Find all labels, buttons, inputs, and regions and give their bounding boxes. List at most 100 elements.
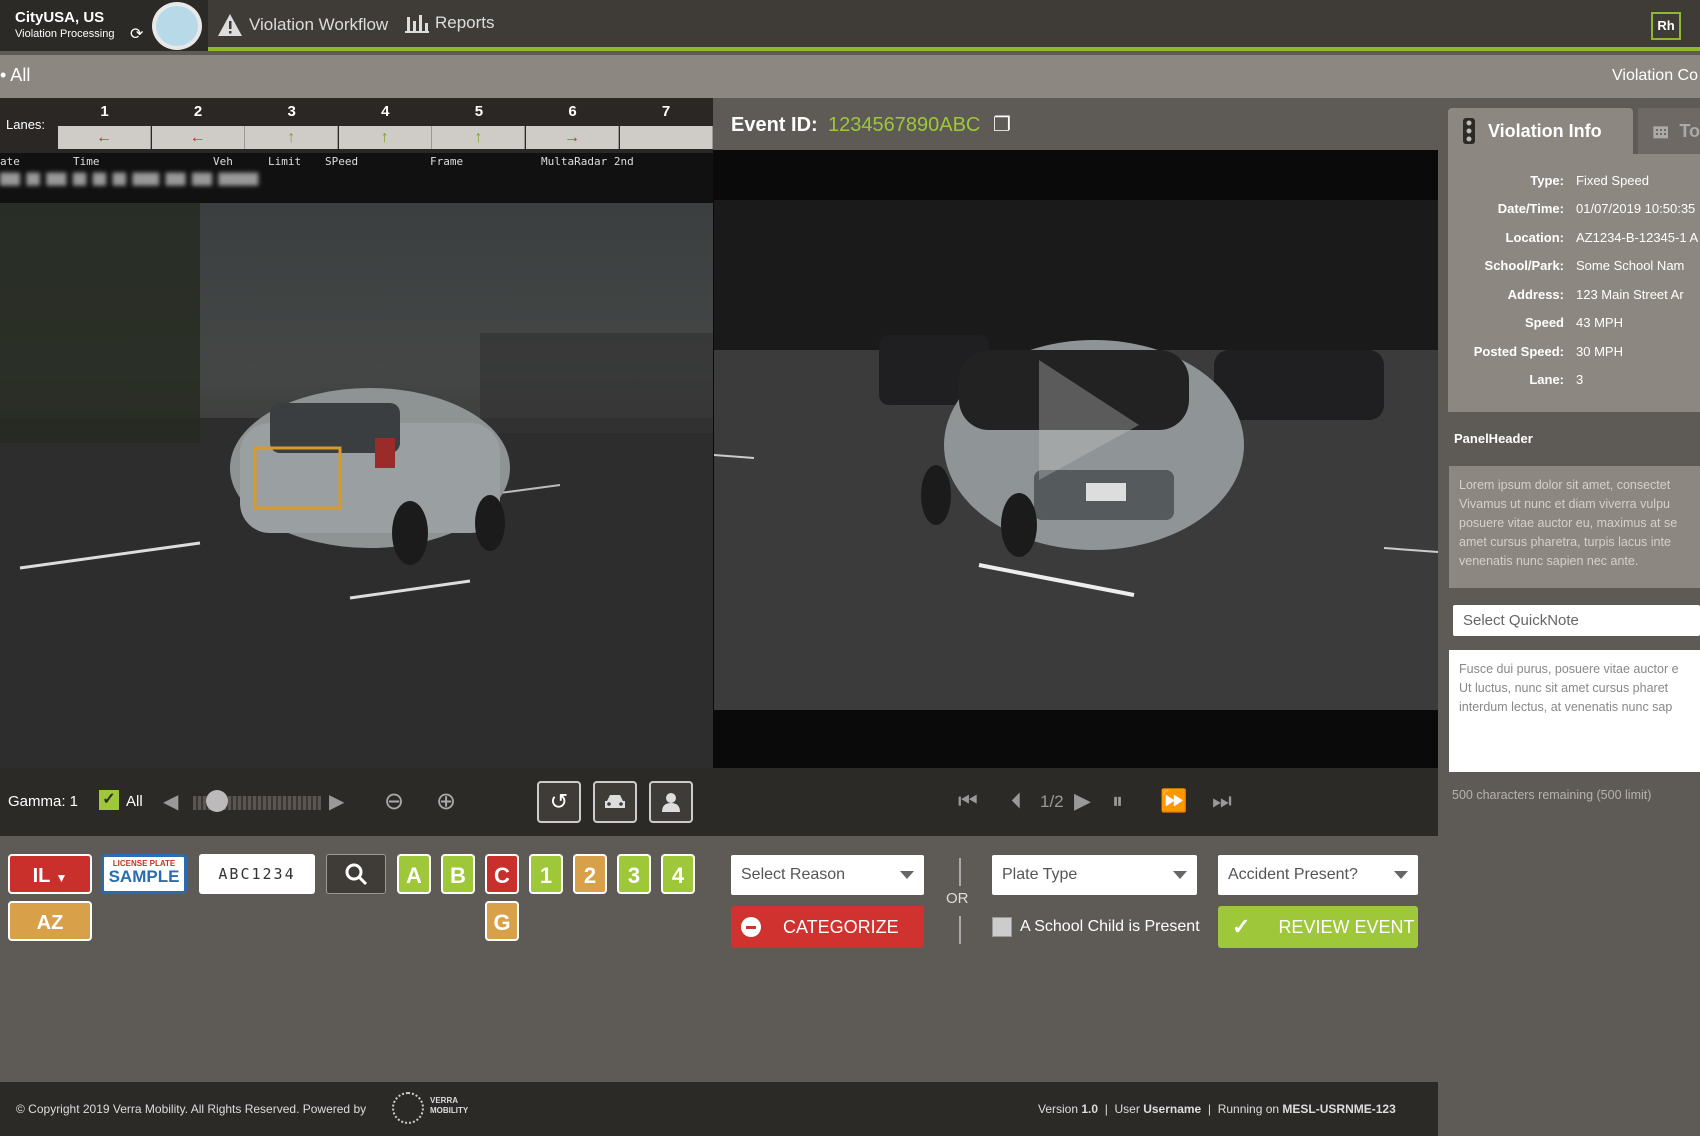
driver-view-button[interactable] [649,781,693,823]
accident-text: Accident Present? [1228,866,1358,883]
fast-forward-icon[interactable]: ⏩ [1160,788,1187,814]
zoom-in-icon[interactable]: ⊕ [436,787,456,816]
copy-icon[interactable]: ❐ [993,112,1011,137]
review-event-button[interactable]: ✓ REVIEW EVENT [1218,906,1418,948]
running-label: Running on [1217,1102,1280,1116]
lane-number: 2 [193,103,203,120]
action-panel: IL ▼ AZ LICENSE PLATE SAMPLE ABC1234 ABC… [0,836,1438,1082]
front-camera-image[interactable] [713,200,1439,710]
lane-3: 3 ↑ [245,98,339,153]
version-label: Version [1038,1102,1079,1116]
lane-4: 4 ↑ [338,98,432,153]
plate-type-dropdown[interactable]: Plate Type [992,855,1197,895]
prev-frame-icon[interactable]: ⏴ [1011,788,1022,814]
info-value: AZ1234-B-12345-1 A [1576,229,1699,245]
rear-camera-image[interactable] [0,203,713,768]
info-value: 30 MPH [1576,343,1623,359]
caret-down-icon [1394,871,1408,879]
zoom-out-icon[interactable]: ⊖ [384,787,404,816]
nav-reports[interactable]: Reports [405,13,495,33]
city-name: CityUSA, US [15,9,105,26]
version-value: 1.0 [1081,1102,1099,1116]
person-icon [662,793,680,812]
event-id-value: 1234567890ABC [828,114,981,136]
sample-plate-bottom: SAMPLE [108,867,180,886]
violation-count-label: Violation Co [1612,67,1698,84]
filter-all[interactable]: • All [0,65,30,86]
vehicle-view-button[interactable] [593,781,637,823]
lane-direction-arrow-icon: ↑ [245,126,339,149]
quick-char-tile-G[interactable]: G [485,901,519,941]
lane-number: 6 [568,103,577,120]
categorize-button[interactable]: CATEGORIZE [731,906,924,948]
lane-6: 6 → [526,98,619,153]
filter-bar: • All Violation Co [0,55,1700,98]
info-key: Address: [1507,286,1564,302]
lanes-indicator: Lanes: 1 ← 2 ← 3 ↑ 4 ↑ 5 ↑ 6 → 7 [0,98,713,153]
search-icon [345,863,368,886]
gamma-decrease-icon[interactable]: ◀ [163,789,178,814]
footer: © Copyright 2019 Verra Mobility. All Rig… [0,1082,1438,1136]
notes-textarea[interactable]: Fusce dui purus, posuere vitae auctor e … [1449,650,1700,772]
lane-direction-arrow-icon [619,126,713,149]
tab-second[interactable]: To [1638,108,1700,154]
rotate-button[interactable]: ↺ [537,781,581,823]
gamma-slider-handle[interactable] [206,790,228,812]
categorize-label: CATEGORIZE [783,916,899,937]
school-child-checkbox[interactable] [992,917,1012,937]
select-reason-dropdown[interactable]: Select Reason [731,855,924,895]
footer-meta: Version 1.0 | User Username | Running on… [1038,1102,1396,1116]
car-icon [605,795,625,808]
pause-icon[interactable]: ⏸ [1112,788,1123,814]
quicknote-dropdown[interactable]: Select QuickNote [1453,605,1700,636]
accident-dropdown[interactable]: Accident Present? [1218,855,1418,895]
plate-number-input[interactable]: ABC1234 [199,854,315,894]
overlay-header: Limit [268,155,302,168]
quick-char-tile-1[interactable]: 1 [529,854,563,894]
info-value: 3 [1576,372,1584,388]
info-key: Date/Time: [1497,201,1564,217]
overlay-header: MultaRadar 2nd [541,155,634,168]
lane-direction-arrow-icon: ↑ [338,126,432,149]
state-option-az[interactable]: AZ [8,901,92,941]
all-checkbox[interactable]: ✓ [99,790,119,810]
info-row: Date/Time: 01/07/2019 10:50:35 [1448,195,1700,224]
frame-counter: 1/2 [1040,792,1064,811]
quick-char-tile-A[interactable]: A [397,854,431,894]
nav-workflow-label: Violation Workflow [249,15,389,34]
front-camera-scene [713,200,1439,710]
plate-search-button[interactable] [326,854,386,894]
caret-down-icon [1173,871,1187,879]
refresh-icon[interactable]: ⟳ [130,24,143,44]
lane-direction-arrow-icon: ↑ [432,126,526,149]
quick-char-tile-B[interactable]: B [441,854,475,894]
machine-value: MESL-USRNME-123 [1282,1102,1396,1116]
event-header: Event ID: 1234567890ABC ❐ [713,98,1438,150]
logo-top: VERRA [430,1096,459,1105]
lane-7: 7 [619,98,713,153]
info-value: Some School Nam [1576,258,1685,274]
nav-violation-workflow[interactable]: Violation Workflow [217,13,388,37]
info-key: Lane: [1529,372,1564,388]
gamma-increase-icon[interactable]: ▶ [329,789,344,814]
state-select-il[interactable]: IL ▼ [8,854,92,894]
quick-char-tile-2[interactable]: 2 [573,854,607,894]
lane-number: 5 [474,103,484,120]
last-frame-icon[interactable]: ⏭ [1212,788,1232,814]
tab-violation-info[interactable]: Violation Info [1448,108,1633,154]
school-child-label: A School Child is Present [1020,918,1200,935]
user-avatar[interactable]: Rh [1651,12,1681,40]
lane-number: 1 [100,103,109,120]
building-icon [1653,126,1669,139]
info-value: 43 MPH [1576,315,1623,331]
quick-char-tile-4[interactable]: 4 [661,854,695,894]
play-icon[interactable]: ▶ [1074,788,1091,814]
first-frame-icon[interactable]: ⏮ [958,788,978,814]
notes-readonly: Lorem ipsum dolor sit amet, consectet Vi… [1449,466,1700,588]
quick-char-tile-C[interactable]: C [485,854,519,894]
or-divider-top [959,858,961,886]
lane-number: 4 [381,103,390,120]
quick-char-tile-3[interactable]: 3 [617,854,651,894]
or-divider-bottom [959,916,961,944]
overlay-header: ate [0,155,20,168]
